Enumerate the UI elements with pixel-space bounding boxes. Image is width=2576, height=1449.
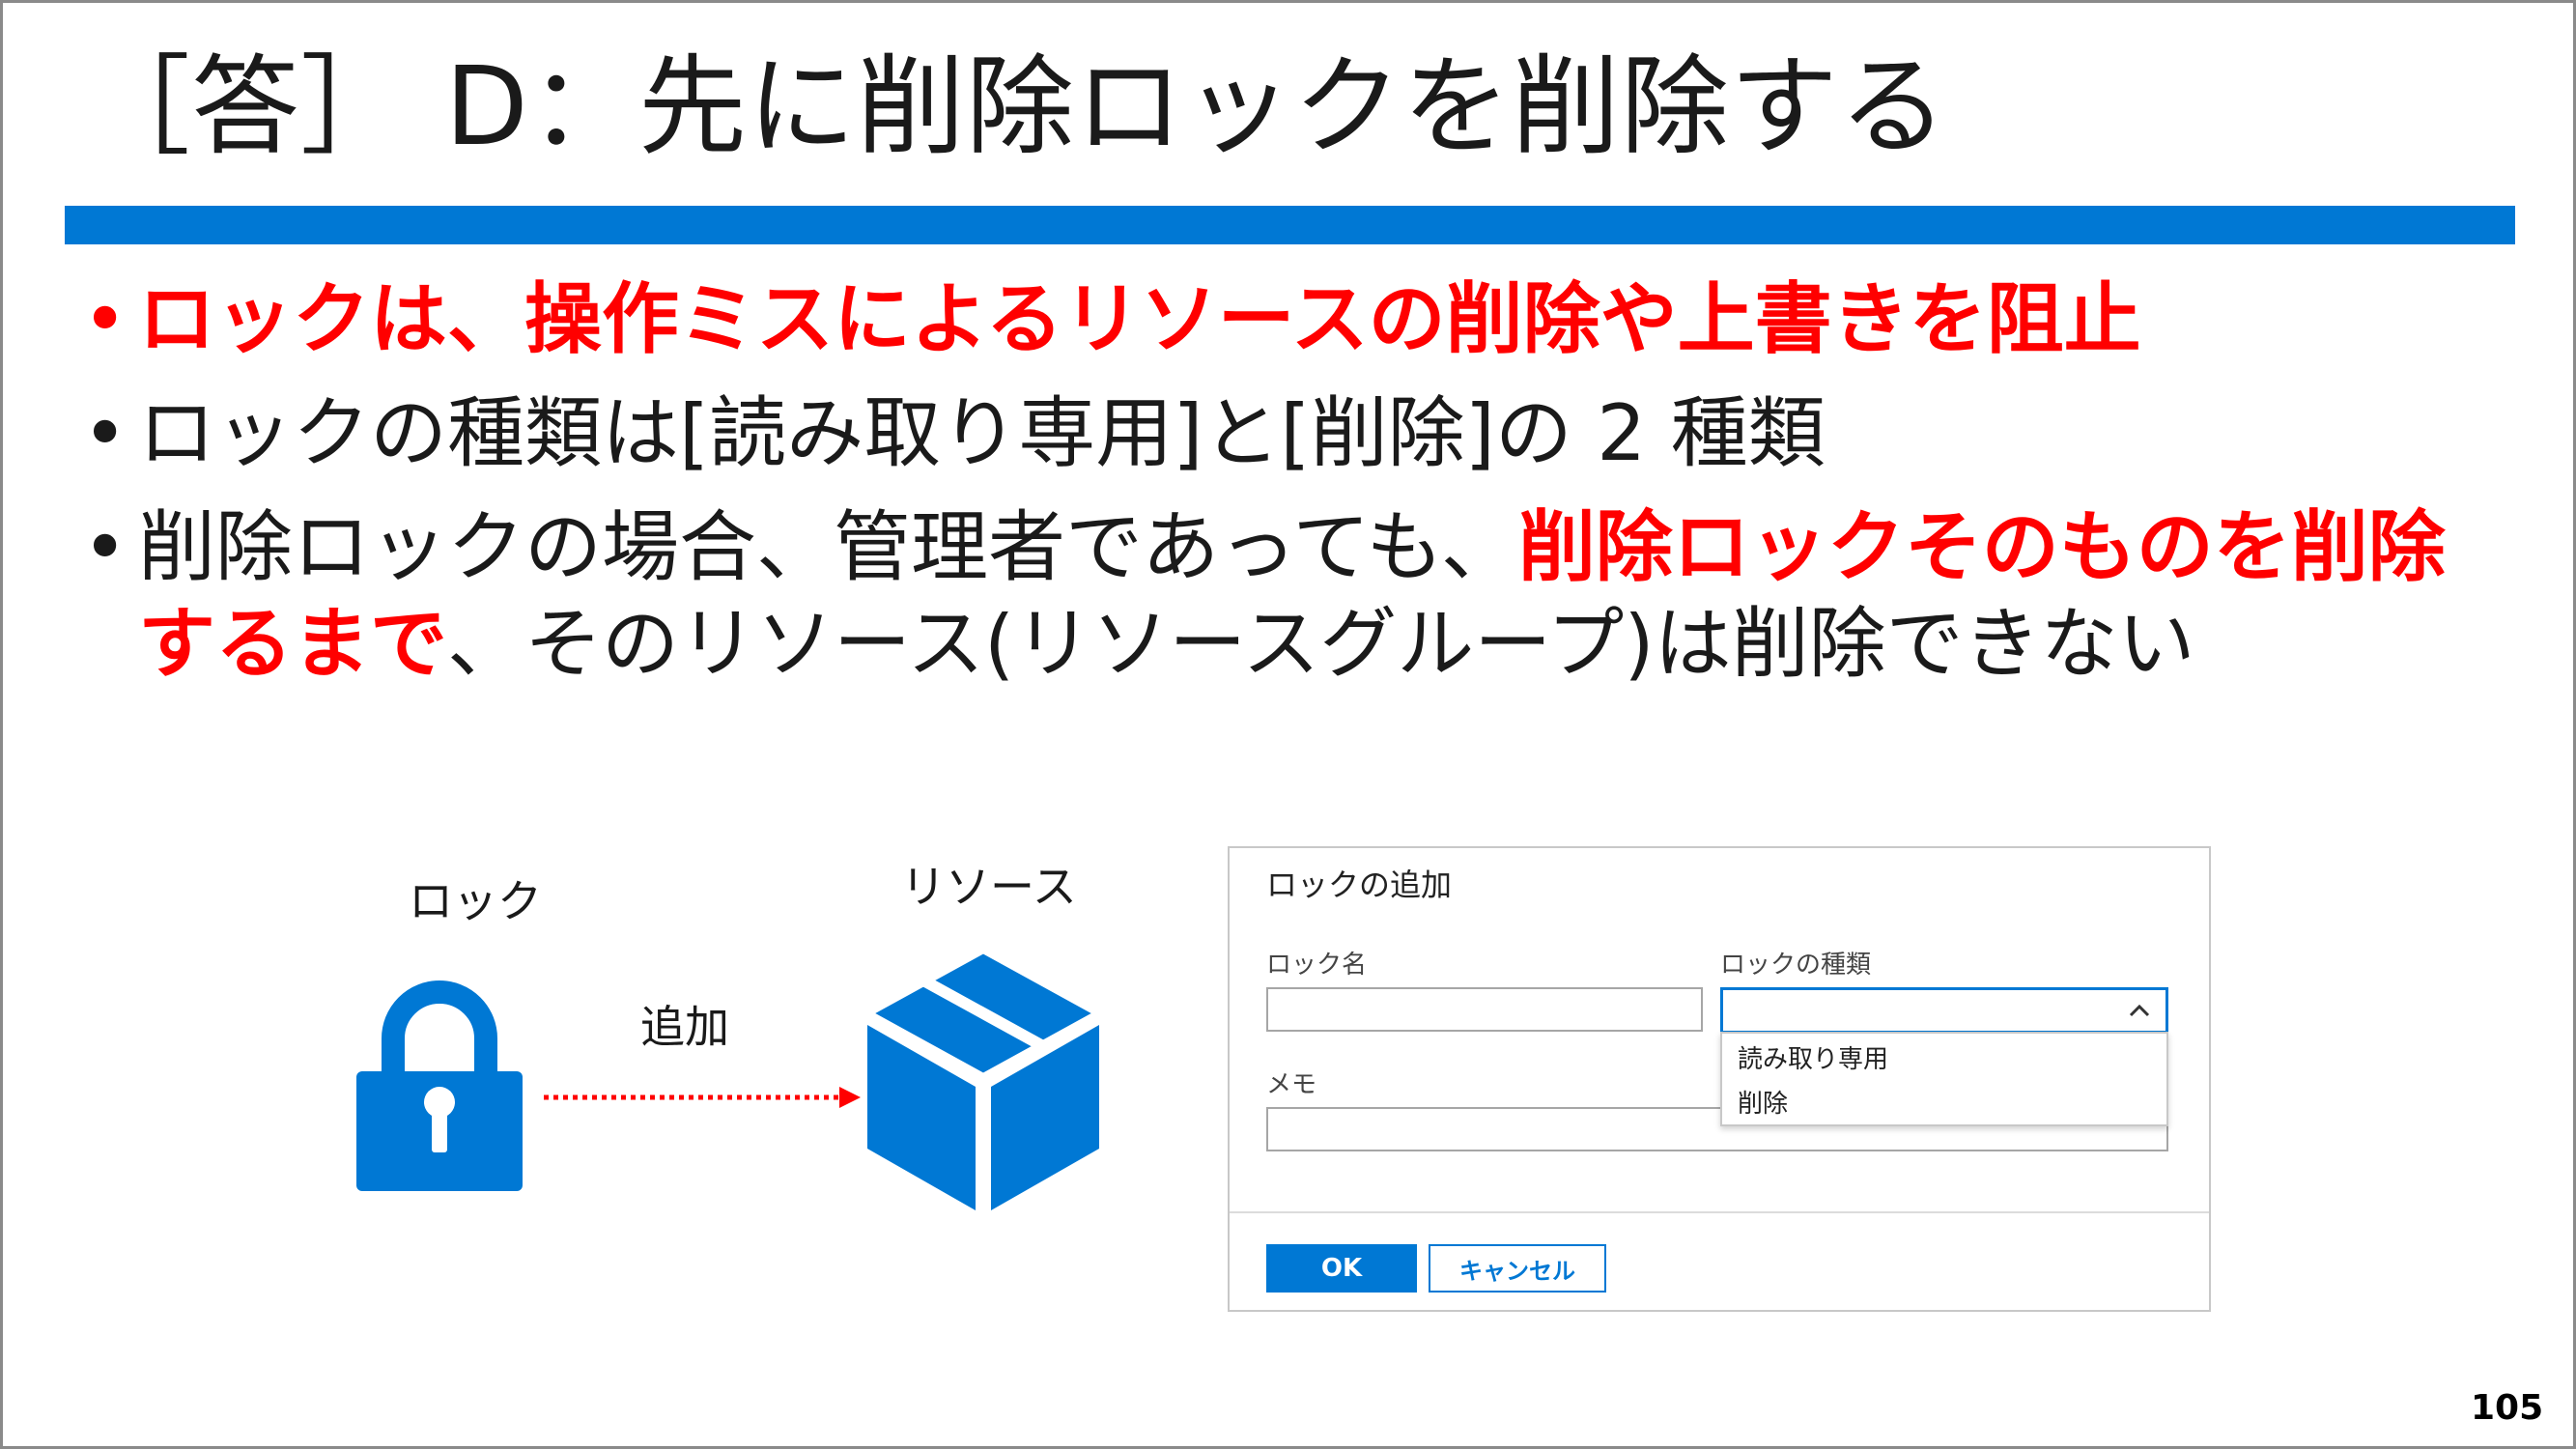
lock-name-label: ロック名	[1266, 951, 1368, 980]
bullet-text: 削除ロックの場合、管理者であっても、	[138, 502, 1518, 592]
lock-label: ロック	[409, 875, 542, 927]
lock-icon	[356, 980, 523, 1191]
bullet-dot: •	[82, 274, 128, 364]
bullet-dot: •	[82, 388, 128, 478]
dialog-title: ロックの追加	[1266, 867, 1453, 903]
bullet-text-highlight: ロックは、操作ミスによるリソースの削除や上書きを阻止	[138, 274, 2141, 364]
add-lock-dialog: ロックの追加 ロック名 ロックの種類 メモ 読み取り専用 削除 OK キャンセル	[1228, 846, 2211, 1312]
dropdown-option-delete[interactable]: 削除	[1738, 1088, 1788, 1121]
dialog-footer-divider	[1230, 1211, 2209, 1213]
arrow-label: 追加	[640, 1001, 729, 1053]
bullet-text: ロックの種類は[読み取り専用]と[削除]の 2 種類	[138, 388, 1826, 478]
bullet-item-3: • 削除ロックの場合、管理者であっても、削除ロックそのものを削除するまで、そのリ…	[82, 499, 2516, 693]
lock-name-input[interactable]	[1266, 987, 1703, 1032]
lock-type-dropdown: 読み取り専用 削除	[1720, 1032, 2168, 1126]
bullet-list: • ロックは、操作ミスによるリソースの削除や上書きを阻止 • ロックの種類は[読…	[82, 271, 2516, 710]
ok-button[interactable]: OK	[1266, 1244, 1417, 1293]
lock-type-label: ロックの種類	[1720, 951, 1872, 980]
dropdown-option-read-only[interactable]: 読み取り専用	[1738, 1043, 1888, 1076]
page-number: 105	[2471, 1388, 2544, 1428]
bullet-text: 、そのリソース(リソースグループ)は削除できない	[447, 599, 2195, 689]
title-underline-bar	[65, 206, 2515, 244]
slide: ［答］ D：先に削除ロックを削除する • ロックは、操作ミスによるリソースの削除…	[0, 0, 2576, 1449]
slide-title: ［答］ D：先に削除ロックを削除する	[82, 44, 1948, 170]
lock-type-select[interactable]	[1720, 987, 2168, 1034]
dotted-arrow-icon	[544, 1087, 861, 1108]
bullet-dot: •	[82, 502, 128, 592]
cube-box-icon	[867, 950, 1099, 1210]
memo-label: メモ	[1266, 1070, 1317, 1099]
cancel-button[interactable]: キャンセル	[1429, 1244, 1606, 1293]
bullet-item-1: • ロックは、操作ミスによるリソースの削除や上書きを阻止	[82, 271, 2516, 368]
chevron-up-icon[interactable]	[2127, 998, 2152, 1023]
bullet-item-2: • ロックの種類は[読み取り専用]と[削除]の 2 種類	[82, 385, 2516, 482]
resource-label: リソース	[901, 861, 1077, 913]
